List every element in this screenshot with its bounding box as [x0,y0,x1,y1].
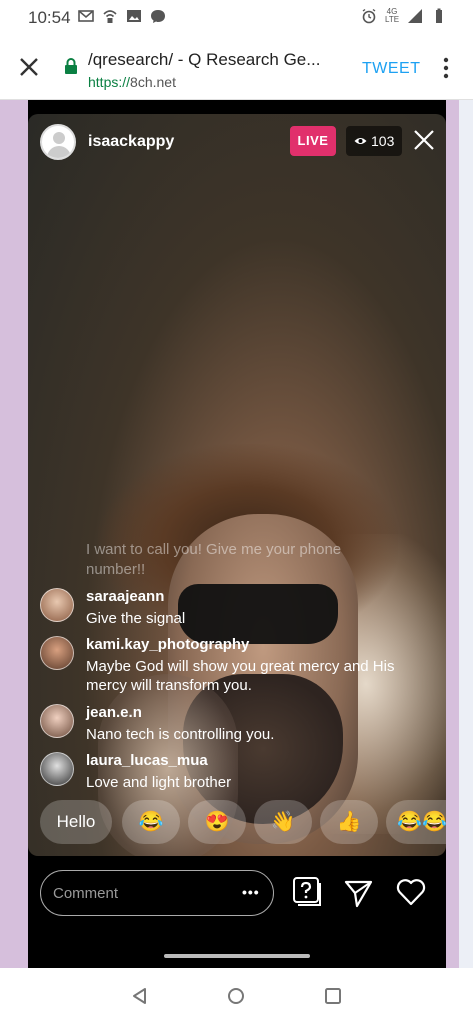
live-video[interactable]: isaackappy LIVE 103 I want to call you! … [28,114,446,856]
signal-icon [408,9,422,23]
comment-input[interactable] [40,870,274,916]
more-options-icon[interactable] [438,56,454,80]
reaction-thumbs-up[interactable]: 👍 [320,800,378,844]
reaction-heart-eyes[interactable]: 😍 [188,800,246,844]
reaction-hello[interactable]: Hello [40,800,112,844]
comment-text: Give the signal [86,610,186,627]
comment-username[interactable]: saraajeann [86,588,164,605]
close-icon[interactable] [16,54,42,80]
avatar-head [53,132,65,144]
comment-username[interactable]: kami.kay_photography [86,636,249,653]
comment-text: Nano tech is controlling you. [86,726,275,743]
page-title[interactable]: /qresearch/ - Q Research Ge... [88,50,348,70]
comment-options-button[interactable]: ••• [242,884,260,900]
network-label: 4G LTE [385,7,400,24]
comment-avatar[interactable] [40,752,74,786]
wifi-lock-icon [103,10,117,23]
status-bar: 10:54 4G LTE [0,0,473,36]
comment-username[interactable]: jean.e.n [86,704,142,721]
reaction-laugh-double[interactable]: 😂😂 [386,800,446,844]
avatar[interactable] [40,124,76,160]
comment-avatar[interactable] [40,704,74,738]
comment-avatar[interactable] [40,588,74,622]
comment-text: Maybe God will show you great mercy and … [86,658,395,694]
recents-icon[interactable] [323,986,343,1006]
system-nav-bar [0,968,473,1024]
gmail-icon [78,10,94,22]
alarm-icon [362,8,376,24]
comment-username[interactable]: laura_lucas_mua [86,752,208,769]
page-url[interactable]: https://8ch.net [88,74,176,90]
image-icon [127,10,141,22]
viewer-count: 103 [346,126,402,156]
url-host: 8ch.net [130,74,176,90]
heart-icon[interactable] [396,878,426,906]
close-icon[interactable] [412,128,436,152]
lock-icon [65,58,77,74]
avatar-body [47,146,71,158]
url-scheme: https:// [88,74,131,90]
page-edge [459,100,473,968]
notification-icons [78,8,166,24]
live-stream-frame: isaackappy LIVE 103 I want to call you! … [28,100,446,968]
quick-reactions: Hello 😂 😍 👋 👍 😂😂 [38,800,446,850]
custom-tab-toolbar: /qresearch/ - Q Research Ge... https://8… [0,36,473,100]
status-time: 10:54 [28,8,71,27]
comment-avatar[interactable] [40,636,74,670]
home-icon[interactable] [226,986,246,1006]
home-indicator [164,954,310,958]
chat-bubble-icon [151,10,165,23]
reaction-laugh[interactable]: 😂 [122,800,180,844]
live-badge: LIVE [290,126,336,156]
back-icon[interactable] [130,986,150,1006]
battery-icon [436,8,442,23]
live-header: isaackappy LIVE 103 [28,114,446,170]
reaction-wave[interactable]: 👋 [254,800,312,844]
question-icon[interactable] [292,876,324,908]
broadcaster-username[interactable]: isaackappy [88,133,174,151]
comment-text: Love and light brother [86,774,232,791]
comment-bar: ••• [28,856,446,968]
viewer-count-value: 103 [371,133,395,149]
tweet-button[interactable]: TWEET [362,60,421,78]
send-icon[interactable] [344,878,374,908]
system-status-icons: 4G LTE [361,8,447,24]
eye-icon [354,138,367,144]
faded-comment: I want to call you! Give me your phone n… [86,541,342,578]
